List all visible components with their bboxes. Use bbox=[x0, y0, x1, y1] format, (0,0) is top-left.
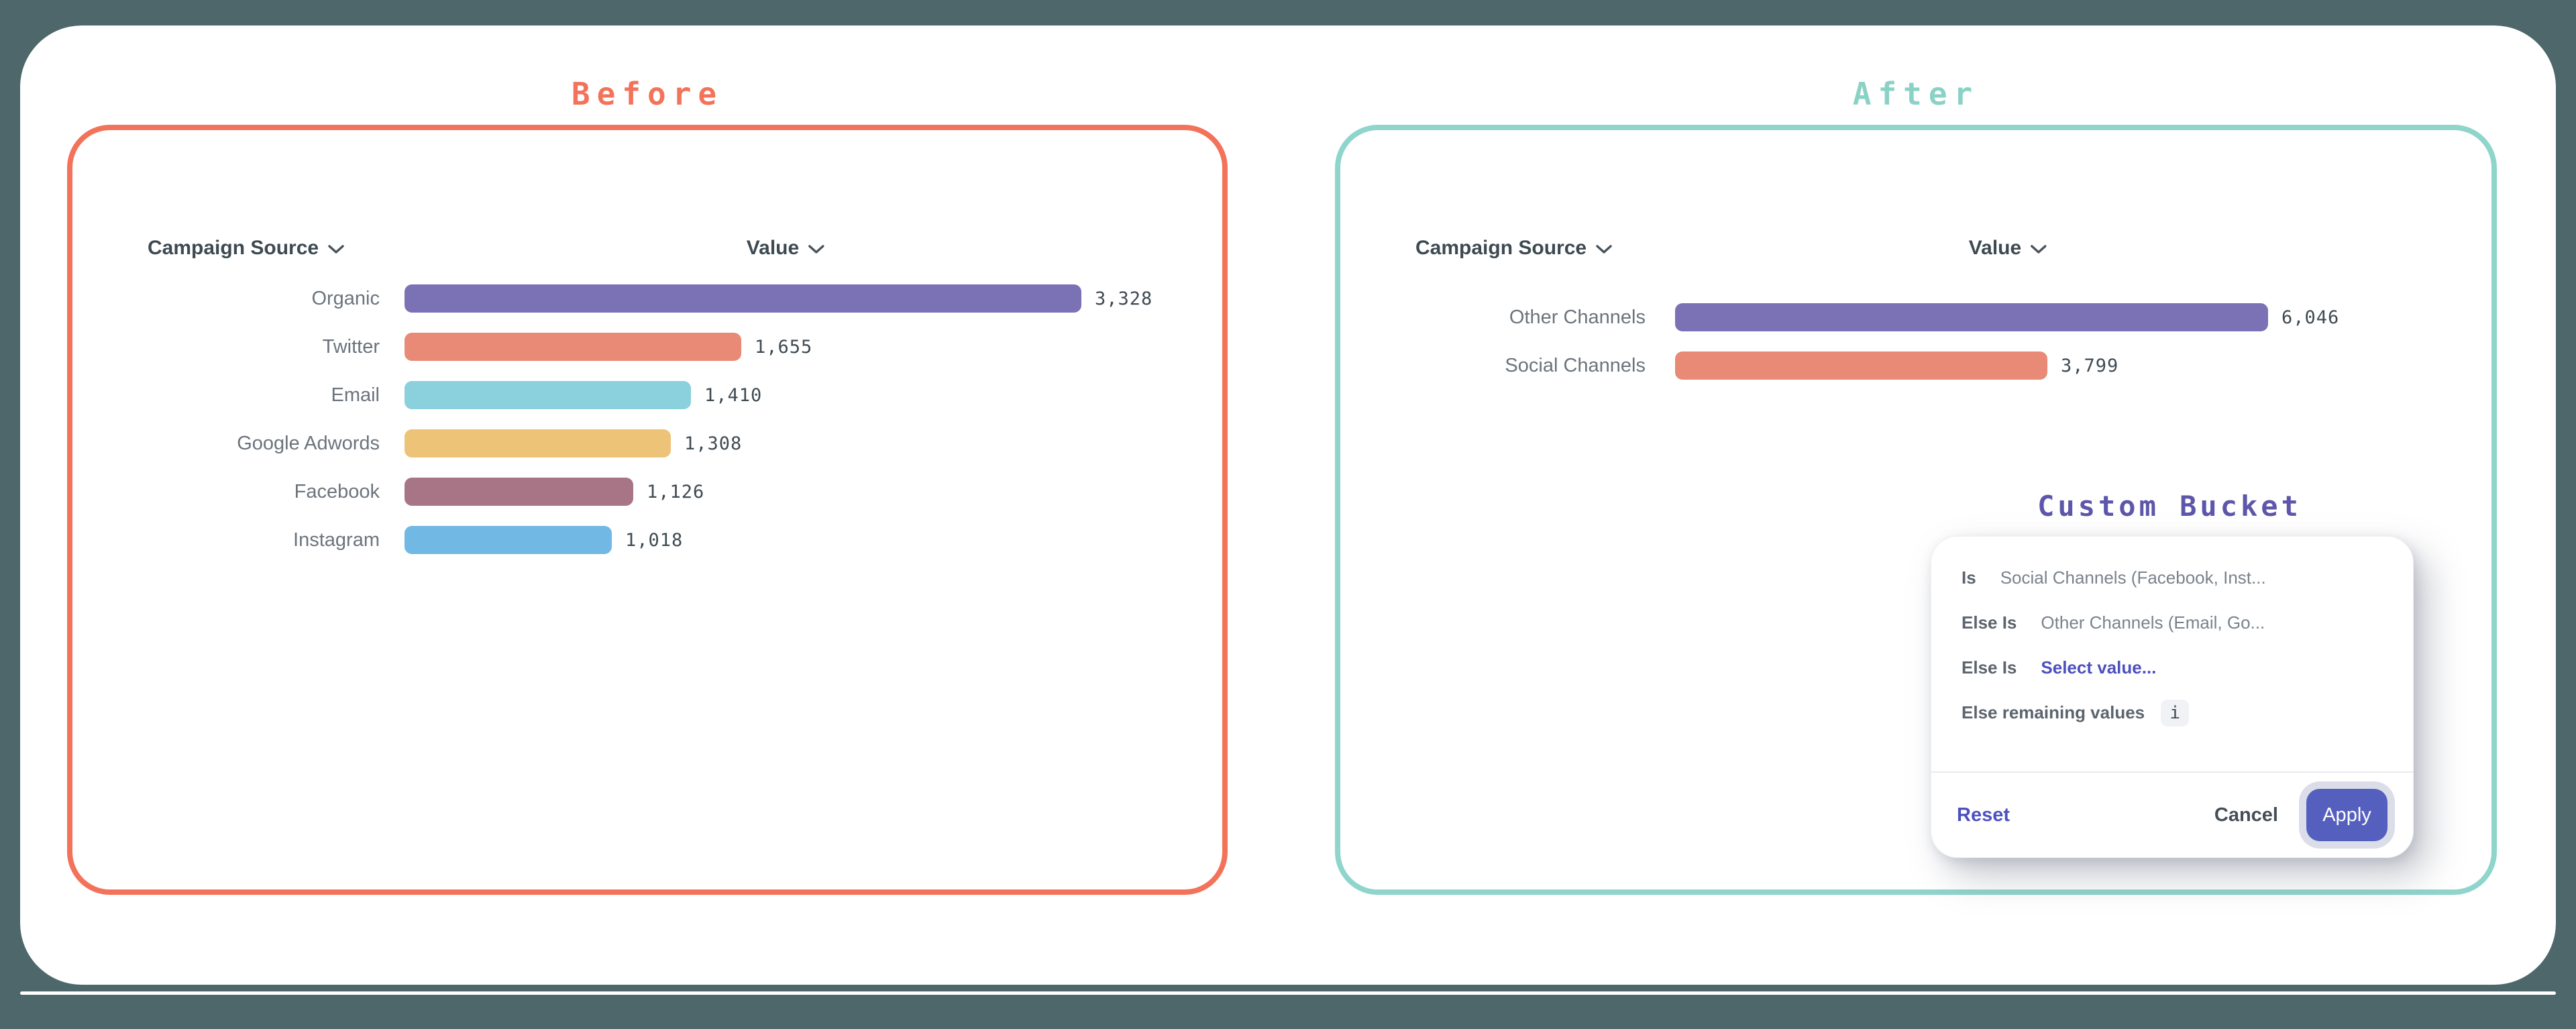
value-bar[interactable] bbox=[405, 333, 741, 361]
table-row: Other Channels 6,046 bbox=[1340, 293, 2491, 341]
row-value: 3,328 bbox=[1095, 288, 1152, 309]
cancel-button[interactable]: Cancel bbox=[2214, 804, 2278, 826]
chevron-down-icon bbox=[328, 245, 344, 254]
row-label: Social Channels bbox=[1340, 355, 1646, 377]
row-label: Email bbox=[72, 384, 380, 407]
popup-footer: Reset Cancel Apply bbox=[1957, 773, 2387, 857]
condition-value[interactable]: Other Channels (Email, Go... bbox=[2041, 612, 2265, 633]
bucket-condition-row: Else Is Other Channels (Email, Go... bbox=[1962, 600, 2393, 645]
after-source-header-label: Campaign Source bbox=[1415, 237, 1587, 260]
after-source-column-header[interactable]: Campaign Source bbox=[1415, 235, 1612, 262]
after-value-header-label: Value bbox=[1969, 237, 2021, 260]
row-value: 1,308 bbox=[684, 433, 742, 454]
table-row: Social Channels 3,799 bbox=[1340, 341, 2491, 390]
row-value: 3,799 bbox=[2061, 356, 2118, 376]
row-label: Other Channels bbox=[1340, 307, 1646, 329]
before-table-rows: Organic 3,328 Twitter 1,655 Email 1,410 Google… bbox=[72, 274, 1222, 564]
card-bottom-edge bbox=[20, 991, 2556, 995]
bucket-condition-row: Else remaining values i bbox=[1962, 690, 2393, 735]
chevron-down-icon bbox=[1596, 245, 1612, 254]
custom-bucket-popup: Is Social Channels (Facebook, Inst... Else… bbox=[1931, 536, 2414, 858]
select-value-link[interactable]: Select value... bbox=[2041, 657, 2156, 678]
condition-value[interactable]: Social Channels (Facebook, Inst... bbox=[2000, 567, 2266, 588]
reset-button[interactable]: Reset bbox=[1957, 804, 2010, 826]
value-bar[interactable] bbox=[405, 284, 1081, 313]
condition-label: Else Is bbox=[1962, 657, 2017, 678]
after-title: After bbox=[1853, 75, 1979, 113]
row-label: Organic bbox=[72, 288, 380, 310]
value-bar[interactable] bbox=[405, 526, 612, 554]
row-label: Facebook bbox=[72, 481, 380, 503]
value-bar[interactable] bbox=[1675, 303, 2268, 331]
before-value-column-header[interactable]: Value bbox=[747, 235, 824, 262]
chevron-down-icon bbox=[808, 245, 824, 254]
before-source-column-header[interactable]: Campaign Source bbox=[148, 235, 344, 262]
chevron-down-icon bbox=[2031, 245, 2047, 254]
row-value: 1,018 bbox=[625, 530, 683, 551]
table-row: Google Adwords 1,308 bbox=[72, 419, 1222, 468]
after-value-column-header[interactable]: Value bbox=[1969, 235, 2047, 262]
info-icon[interactable]: i bbox=[2161, 700, 2189, 726]
table-row: Twitter 1,655 bbox=[72, 323, 1222, 371]
before-title: Before bbox=[572, 75, 723, 113]
bucket-condition-row: Is Social Channels (Facebook, Inst... bbox=[1962, 555, 2393, 600]
custom-bucket-title: Custom Bucket bbox=[2037, 490, 2302, 523]
before-source-header-label: Campaign Source bbox=[148, 237, 319, 260]
row-label: Instagram bbox=[72, 529, 380, 551]
value-bar[interactable] bbox=[405, 381, 691, 409]
before-value-header-label: Value bbox=[747, 237, 799, 260]
row-value: 1,126 bbox=[647, 482, 704, 502]
bucket-condition-row: Else Is Select value... bbox=[1962, 645, 2393, 690]
condition-label: Is bbox=[1962, 567, 1976, 588]
row-label: Google Adwords bbox=[72, 433, 380, 455]
value-bar[interactable] bbox=[405, 478, 633, 506]
table-row: Email 1,410 bbox=[72, 371, 1222, 419]
value-bar[interactable] bbox=[1675, 351, 2047, 380]
table-row: Facebook 1,126 bbox=[72, 468, 1222, 516]
value-bar[interactable] bbox=[405, 429, 671, 457]
before-panel: Campaign Source Value Organic 3,328 Twitte… bbox=[67, 125, 1228, 895]
apply-button[interactable]: Apply bbox=[2306, 789, 2387, 841]
row-value: 1,410 bbox=[704, 385, 762, 406]
row-value: 6,046 bbox=[2282, 307, 2339, 328]
condition-label: Else remaining values bbox=[1962, 702, 2145, 723]
row-value: 1,655 bbox=[755, 337, 812, 358]
custom-bucket-rows: Is Social Channels (Facebook, Inst... Else… bbox=[1962, 555, 2393, 735]
after-table-rows: Other Channels 6,046 Social Channels 3,799 bbox=[1340, 293, 2491, 390]
row-label: Twitter bbox=[72, 336, 380, 358]
condition-label: Else Is bbox=[1962, 612, 2017, 633]
table-row: Instagram 1,018 bbox=[72, 516, 1222, 564]
after-panel: Campaign Source Value Other Channels 6,04… bbox=[1335, 125, 2497, 895]
table-row: Organic 3,328 bbox=[72, 274, 1222, 323]
